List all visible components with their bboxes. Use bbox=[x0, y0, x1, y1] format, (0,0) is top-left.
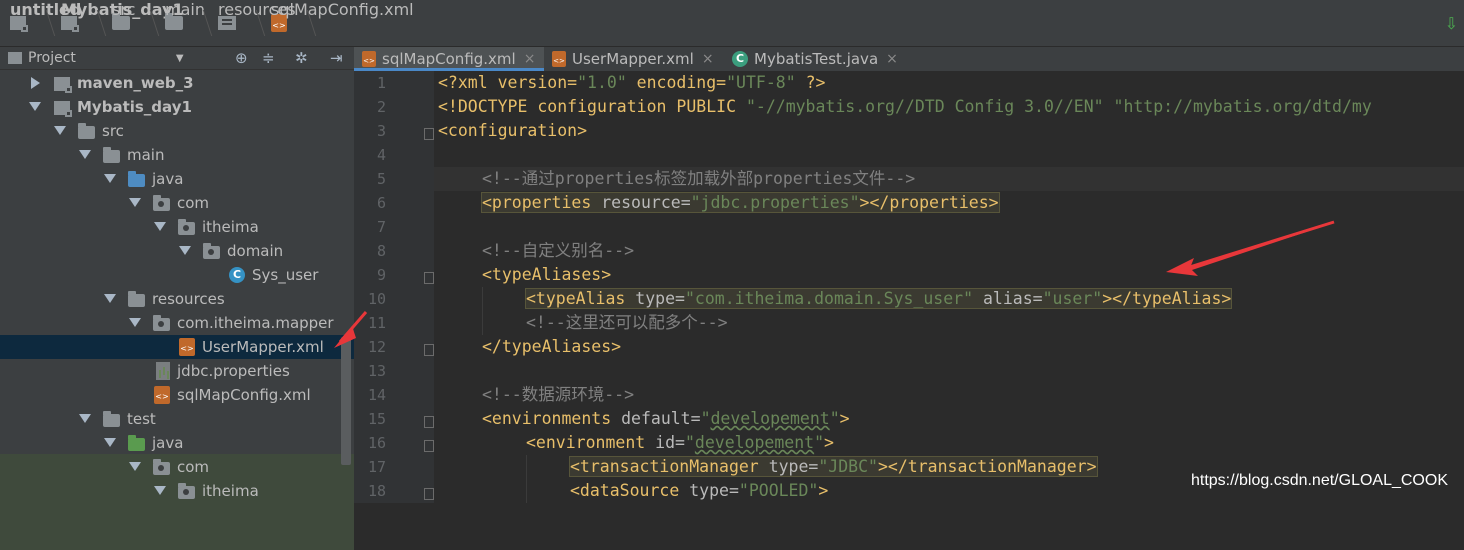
annotation-arrows bbox=[334, 220, 1336, 348]
annotation-arrow-editor bbox=[1166, 220, 1336, 276]
annotation-arrow-tree bbox=[334, 311, 368, 348]
watermark: https://blog.csdn.net/GLOAL_COOK bbox=[1190, 472, 1448, 489]
